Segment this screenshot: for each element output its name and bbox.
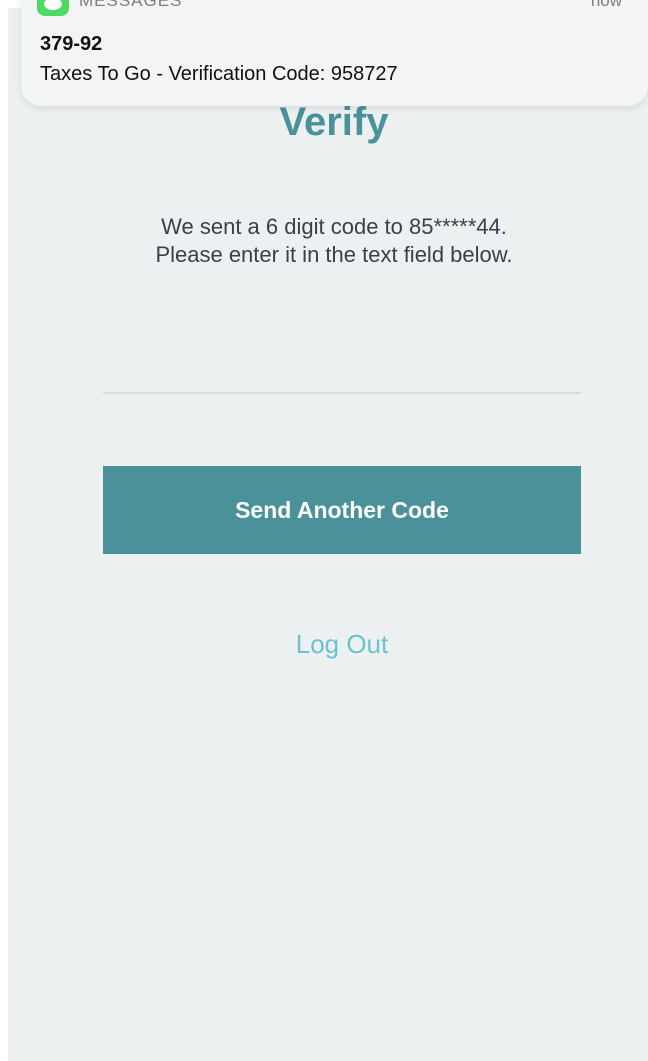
instructions-text: We sent a 6 digit code to 85*****44. Ple…	[34, 213, 634, 269]
notification-message: Taxes To Go - Verification Code: 958727	[40, 63, 398, 85]
notification-sender: 379-92	[40, 33, 103, 55]
message-notification-banner[interactable]: MESSAGES now 379-92 Taxes To Go - Verifi…	[21, 0, 648, 106]
notification-time: now	[590, 0, 622, 10]
messages-app-icon	[37, 0, 69, 16]
verification-code-input[interactable]	[103, 348, 581, 394]
log-out-link[interactable]: Log Out	[8, 628, 648, 660]
instruction-line-1: We sent a 6 digit code to 85*****44.	[161, 214, 507, 239]
speech-bubble-icon	[44, 0, 62, 10]
send-another-code-button[interactable]: Send Another Code	[103, 466, 581, 554]
notification-app-name: MESSAGES	[79, 0, 183, 10]
app-screen: Verify We sent a 6 digit code to 85*****…	[8, 8, 648, 1061]
instruction-line-2: Please enter it in the text field below.	[155, 242, 513, 267]
